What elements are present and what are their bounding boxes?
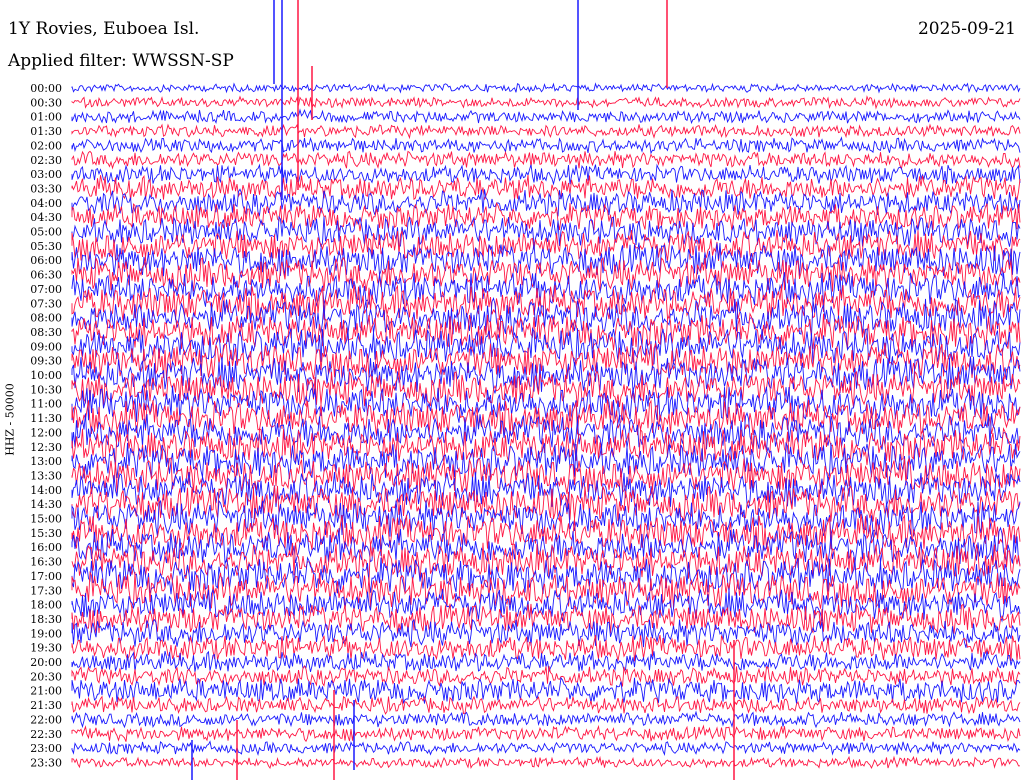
time-tick-label: 08:00 [30, 312, 62, 325]
time-tick-label: 12:30 [30, 441, 62, 454]
trace-line [71, 665, 1021, 687]
time-tick-label: 09:30 [30, 355, 62, 368]
time-tick-label: 20:00 [30, 656, 62, 669]
trace-line [71, 150, 1021, 171]
trace-group [71, 82, 1021, 770]
seismogram-plot: 00:0000:30 01:0001:3002:00 02:3003:0003:30… [30, 0, 1021, 780]
time-tick-label: 18:30 [30, 613, 62, 626]
trace-line [71, 108, 1021, 125]
time-tick-label: 23:00 [30, 742, 62, 755]
trace-line [71, 499, 1021, 538]
time-tick-label: 04:30 [30, 211, 62, 224]
trace-line [71, 136, 1021, 155]
time-tick-label: 17:30 [30, 584, 62, 597]
time-tick-label: 11:30 [30, 412, 62, 425]
time-tick-label: 05:30 [30, 240, 62, 253]
time-tick-label: 01:00 [30, 111, 62, 124]
time-tick-label: 09:00 [30, 340, 62, 353]
trace-line [71, 123, 1021, 140]
time-tick-label: 00:30 [30, 96, 62, 109]
time-tick-label: 07:00 [30, 283, 62, 296]
time-tick-label: 07:30 [30, 297, 62, 310]
time-tick-label: 10:00 [30, 369, 62, 382]
trace-line [71, 202, 1021, 233]
time-tick-label: 22:30 [30, 728, 62, 741]
time-tick-label: 03:00 [30, 168, 62, 181]
trace-line [71, 724, 1021, 743]
trace-line [71, 95, 1021, 110]
time-tick-label: 12:00 [30, 426, 62, 439]
time-tick-label: 05:00 [30, 226, 62, 239]
trace-line [71, 82, 1021, 94]
trace-line [71, 485, 1021, 523]
trace-line [71, 755, 1021, 770]
time-tick-label: 18:00 [30, 599, 62, 612]
time-tick-label: 14:30 [30, 498, 62, 511]
time-tick-label: 13:30 [30, 469, 62, 482]
trace-line [71, 676, 1021, 705]
time-tick-label: 20:30 [30, 670, 62, 683]
trace-line [71, 556, 1021, 595]
time-tick-label: 11:00 [30, 398, 62, 411]
time-tick-label: 16:30 [30, 556, 62, 569]
trace-line [71, 740, 1021, 757]
time-tick-label: 19:00 [30, 627, 62, 640]
time-tick-label: 15:30 [30, 527, 62, 540]
time-tick-label: 10:30 [30, 383, 62, 396]
time-tick-label: 01:30 [30, 125, 62, 138]
trace-line [71, 296, 1021, 337]
time-tick-label: 06:30 [30, 269, 62, 282]
time-tick-label: 23:30 [30, 756, 62, 769]
time-tick-label: 14:00 [30, 484, 62, 497]
time-tick-label: 17:00 [30, 570, 62, 583]
time-tick-label: 03:30 [30, 182, 62, 195]
trace-line [71, 163, 1021, 186]
trace-line [71, 710, 1021, 729]
tick-label-group: 00:0000:30 01:0001:3002:00 02:3003:0003:30… [30, 82, 62, 769]
time-tick-label: 00:00 [30, 82, 62, 95]
time-tick-label: 02:30 [30, 154, 62, 167]
time-tick-label: 19:30 [30, 642, 62, 655]
time-tick-label: 16:00 [30, 541, 62, 554]
time-tick-label: 21:00 [30, 685, 62, 698]
time-tick-label: 21:30 [30, 699, 62, 712]
time-tick-label: 04:00 [30, 197, 62, 210]
time-tick-label: 06:00 [30, 254, 62, 267]
time-tick-label: 15:00 [30, 513, 62, 526]
time-tick-label: 02:00 [30, 139, 62, 152]
time-tick-label: 08:30 [30, 326, 62, 339]
time-tick-label: 22:00 [30, 713, 62, 726]
trace-line [71, 271, 1021, 308]
trace-line [71, 399, 1021, 438]
time-tick-label: 13:00 [30, 455, 62, 468]
